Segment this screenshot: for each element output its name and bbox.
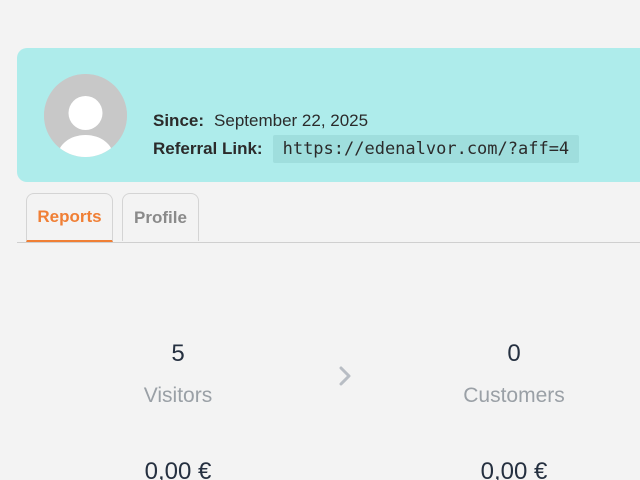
customers-stat: 0 Customers bbox=[434, 340, 594, 408]
profile-header-card: Since: September 22, 2025 Referral Link:… bbox=[17, 48, 640, 182]
chevron-right-icon bbox=[339, 366, 351, 386]
visitors-label: Visitors bbox=[143, 384, 213, 407]
affiliate-dashboard: Since: September 22, 2025 Referral Link:… bbox=[0, 0, 640, 480]
user-avatar-icon bbox=[44, 74, 127, 157]
tab-bar: Reports Profile bbox=[17, 193, 640, 243]
referral-label: Referral Link: bbox=[153, 139, 263, 158]
since-date: September 22, 2025 bbox=[214, 111, 369, 130]
since-row: Since: September 22, 2025 bbox=[153, 109, 368, 133]
referral-link[interactable]: https://edenalvor.com/?aff=4 bbox=[272, 135, 580, 163]
tab-reports[interactable]: Reports bbox=[26, 193, 113, 242]
visitors-stat: 5 Visitors bbox=[98, 340, 258, 408]
since-label: Since: bbox=[153, 111, 205, 130]
commission-value: 0,00 € bbox=[480, 458, 548, 480]
tab-profile[interactable]: Profile bbox=[122, 193, 199, 241]
customers-count: 0 bbox=[507, 340, 521, 367]
referral-row: Referral Link: https://edenalvor.com/?af… bbox=[153, 134, 580, 164]
customers-label: Customers bbox=[463, 384, 565, 407]
revenue-value: 0,00 € bbox=[144, 458, 212, 480]
visitors-count: 5 bbox=[171, 340, 185, 367]
